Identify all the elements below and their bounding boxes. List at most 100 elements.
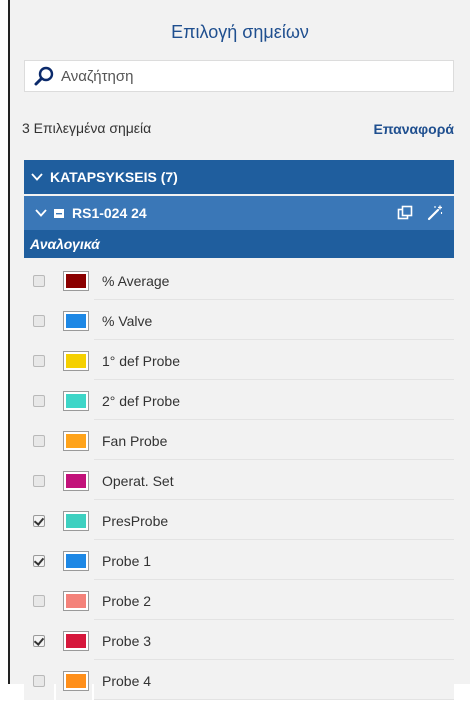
device-tools [396, 204, 444, 222]
label-cell: Probe 3 [94, 622, 454, 660]
point-checkbox[interactable] [33, 475, 45, 487]
checkbox-cell [24, 662, 54, 700]
color-swatch[interactable] [63, 431, 89, 451]
point-row[interactable]: Probe 2 [24, 582, 454, 620]
checkbox-cell [24, 302, 54, 340]
point-label: Probe 1 [102, 553, 152, 569]
label-cell: % Average [94, 262, 454, 300]
checkbox-cell [24, 502, 54, 540]
point-selection-panel: Επιλογή σημείων 3 Επιλεγμένα σημεία Επαν… [10, 0, 470, 700]
selected-count: 3 Επιλεγμένα σημεία [22, 120, 152, 136]
color-fill [66, 554, 86, 568]
point-row[interactable]: 2° def Probe [24, 382, 454, 420]
point-checkbox[interactable] [33, 435, 45, 447]
point-label: % Valve [102, 313, 153, 329]
label-cell: 1° def Probe [94, 342, 454, 380]
chevron-down-icon [31, 173, 43, 181]
points-list: % Average % Valve 1° def Probe 2° def Probe… [24, 262, 454, 702]
color-cell [56, 382, 92, 420]
point-checkbox[interactable] [33, 555, 45, 567]
color-swatch[interactable] [63, 391, 89, 411]
device-label: RS1-024 24 [72, 205, 147, 221]
magic-wand-icon[interactable] [426, 204, 444, 222]
color-cell [56, 262, 92, 300]
section-header-analog: Αναλογικά [24, 230, 454, 258]
color-fill [66, 274, 86, 288]
panel-title: Επιλογή σημείων [171, 22, 309, 42]
color-fill [66, 434, 86, 448]
color-fill [66, 634, 86, 648]
color-cell [56, 302, 92, 340]
color-cell [56, 542, 92, 580]
color-fill [66, 514, 86, 528]
color-swatch[interactable] [63, 471, 89, 491]
point-row[interactable]: PresProbe [24, 502, 454, 540]
point-label: Fan Probe [102, 433, 168, 449]
point-label: 2° def Probe [102, 393, 180, 409]
search-input[interactable] [59, 66, 443, 86]
color-cell [56, 342, 92, 380]
point-checkbox[interactable] [33, 515, 45, 527]
point-row[interactable]: % Valve [24, 302, 454, 340]
point-checkbox[interactable] [33, 275, 45, 287]
label-cell: Operat. Set [94, 462, 454, 500]
checkbox-cell [24, 582, 54, 620]
color-swatch[interactable] [63, 351, 89, 371]
label-cell: Fan Probe [94, 422, 454, 460]
color-cell [56, 502, 92, 540]
color-cell [56, 622, 92, 660]
group-label: KATAPSYKSEIS (7) [50, 169, 178, 185]
point-checkbox[interactable] [33, 315, 45, 327]
color-cell [56, 462, 92, 500]
copy-icon[interactable] [396, 204, 414, 222]
color-swatch[interactable] [63, 631, 89, 651]
color-cell [56, 662, 92, 700]
color-swatch[interactable] [63, 511, 89, 531]
point-label: 1° def Probe [102, 353, 180, 369]
point-row[interactable]: Operat. Set [24, 462, 454, 500]
search-icon [34, 66, 54, 86]
reset-button[interactable]: Επαναφορά [374, 121, 455, 137]
point-label: % Average [102, 273, 170, 289]
point-label: Probe 3 [102, 633, 152, 649]
point-label: Probe 4 [102, 673, 152, 689]
point-row[interactable]: Probe 3 [24, 622, 454, 660]
color-swatch[interactable] [63, 551, 89, 571]
point-checkbox[interactable] [33, 635, 45, 647]
point-row[interactable]: Probe 1 [24, 542, 454, 580]
color-fill [66, 394, 86, 408]
label-cell: % Valve [94, 302, 454, 340]
search-box[interactable] [24, 60, 454, 92]
point-row[interactable]: Probe 4 [24, 662, 454, 700]
point-selection-window: Επιλογή σημείων 3 Επιλεγμένα σημεία Επαν… [0, 0, 470, 700]
color-swatch[interactable] [63, 311, 89, 331]
point-row[interactable]: % Average [24, 262, 454, 300]
checkbox-cell [24, 422, 54, 460]
point-checkbox[interactable] [33, 355, 45, 367]
chevron-down-icon [35, 209, 47, 217]
color-swatch[interactable] [63, 671, 89, 691]
device-header[interactable]: RS1-024 24 [24, 196, 454, 230]
point-checkbox[interactable] [33, 395, 45, 407]
point-label: PresProbe [102, 513, 169, 529]
color-cell [56, 422, 92, 460]
color-fill [66, 594, 86, 608]
point-row[interactable]: 1° def Probe [24, 342, 454, 380]
point-checkbox[interactable] [33, 595, 45, 607]
label-cell: PresProbe [94, 502, 454, 540]
label-cell: 2° def Probe [94, 382, 454, 420]
point-checkbox[interactable] [33, 675, 45, 687]
checkbox-cell [24, 462, 54, 500]
point-row[interactable]: Fan Probe [24, 422, 454, 460]
color-fill [66, 314, 86, 328]
color-swatch[interactable] [63, 271, 89, 291]
label-cell: Probe 2 [94, 582, 454, 620]
label-cell: Probe 1 [94, 542, 454, 580]
color-fill [66, 474, 86, 488]
group-header-katapsykseis[interactable]: KATAPSYKSEIS (7) [24, 160, 454, 194]
point-label: Operat. Set [102, 473, 174, 489]
checkbox-cell [24, 342, 54, 380]
point-label: Probe 2 [102, 593, 152, 609]
label-cell: Probe 4 [94, 662, 454, 700]
color-swatch[interactable] [63, 591, 89, 611]
